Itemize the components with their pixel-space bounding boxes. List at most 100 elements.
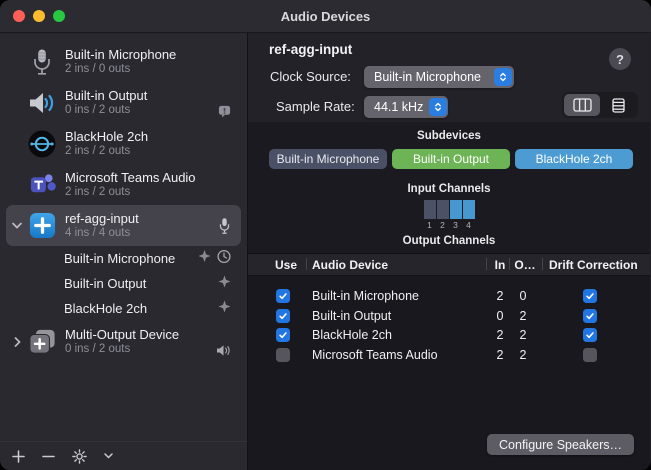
sample-rate-label: Sample Rate: [276,99,355,114]
col-header-audio-device[interactable]: Audio Device [312,258,388,272]
device-list: Built-in Microphone 2 ins / 0 outs Built… [0,33,247,441]
input-channel-numbers: 1 2 3 4 [248,220,650,230]
clock-source-label: Clock Source: [270,69,351,84]
use-checkbox[interactable] [276,328,290,342]
selected-device-title: ref-agg-input [269,42,352,57]
microphone-icon [28,48,56,76]
device-detail: 2 ins / 2 outs [65,144,148,158]
col-header-use[interactable]: Use [275,258,297,272]
device-detail: 2 ins / 2 outs [65,185,196,199]
device-settings-section: ref-agg-input ? Clock Source: Built-in M… [248,33,650,122]
clock-icon [217,249,231,268]
subdevices-heading: Subdevices [248,130,650,142]
device-name: Built-in Microphone [65,47,176,62]
titlebar: Audio Devices [0,0,651,33]
channel-block-2 [437,200,449,219]
clock-source-dropdown[interactable]: Built-in Microphone [364,66,514,88]
input-channels-heading: Input Channels [248,183,650,195]
channel-block-3 [450,200,462,219]
speech-bubble-icon [218,105,231,118]
device-sidebar: Built-in Microphone 2 ins / 0 outs Built… [0,33,248,470]
use-checkbox[interactable] [276,348,290,362]
table-header: Use Audio Device In O… Drift Correction [248,254,650,276]
configure-speakers-button[interactable]: Configure Speakers… [487,434,634,455]
device-name: Multi-Output Device [65,327,179,342]
row-device-name: BlackHole 2ch [312,328,392,342]
col-header-drift-correction[interactable]: Drift Correction [549,258,638,272]
subdevices-section: Subdevices Built-in Microphone Built-in … [248,122,650,253]
input-channel-strip [248,200,650,219]
audio-devices-window: Audio Devices Built-in Microphone 2 ins … [0,0,651,470]
device-detail: 4 ins / 4 outs [65,226,139,240]
device-detail: 0 ins / 2 outs [65,103,147,117]
row-in-count: 2 [492,289,508,303]
sidebar-item-ref-agg-input[interactable]: ref-agg-input 4 ins / 4 outs [6,205,241,246]
col-header-outs[interactable]: O… [514,258,536,272]
sidebar-item-built-in-output[interactable]: Built-in Output 0 ins / 2 outs [6,82,241,123]
table-row[interactable]: Microsoft Teams Audio 2 2 [248,346,650,366]
drift-correction-checkbox[interactable] [583,348,597,362]
device-detail-panel: ref-agg-input ? Clock Source: Built-in M… [248,33,650,470]
row-out-count: 2 [515,309,531,323]
channel-block-4 [463,200,475,219]
columns-view-icon [573,98,592,112]
multi-output-device-icon [28,328,56,356]
table-row[interactable]: Built-in Microphone 2 0 [248,287,650,307]
signal-spark-icon [218,300,231,318]
default-input-mic-icon [218,217,231,235]
use-checkbox[interactable] [276,289,290,303]
sidebar-item-multi-output-device[interactable]: Multi-Output Device 0 ins / 2 outs [6,321,241,362]
popup-chevrons-icon [429,98,447,116]
help-button[interactable]: ? [609,48,631,70]
add-device-button[interactable] [12,450,25,463]
row-in-count: 2 [492,348,508,362]
sidebar-item-blackhole-2ch[interactable]: BlackHole 2ch 2 ins / 2 outs [6,123,241,164]
device-detail: 0 ins / 2 outs [65,342,179,356]
sidebar-toolbar [0,441,247,470]
drift-correction-checkbox[interactable] [583,309,597,323]
row-device-name: Microsoft Teams Audio [312,348,438,362]
remove-device-button[interactable] [42,450,55,463]
table-row[interactable]: Built-in Output 0 2 [248,307,650,327]
chevron-right-icon[interactable] [6,337,28,347]
subdevice-item-built-in-output[interactable]: Built-in Output [6,271,241,296]
output-channels-heading: Output Channels [248,235,650,247]
popup-chevrons-icon [494,68,512,86]
blackhole-icon [28,130,56,158]
channel-block-1 [424,200,436,219]
drift-correction-checkbox[interactable] [583,328,597,342]
subdevice-pill-blackhole-2ch[interactable]: BlackHole 2ch [515,149,633,169]
col-header-in[interactable]: In [492,258,508,272]
table-row[interactable]: BlackHole 2ch 2 2 [248,326,650,346]
device-name: ref-agg-input [65,211,139,226]
subdevice-pill-built-in-output[interactable]: Built-in Output [392,149,510,169]
window-title: Audio Devices [0,9,651,24]
sidebar-item-microsoft-teams-audio[interactable]: Microsoft Teams Audio 2 ins / 2 outs [6,164,241,205]
table-body: Built-in Microphone 2 0 Built-in Output … [248,276,650,365]
gear-icon[interactable] [72,449,87,464]
device-name: Microsoft Teams Audio [65,170,196,185]
rows-view-button[interactable] [600,94,636,116]
use-checkbox[interactable] [276,309,290,323]
row-device-name: Built-in Output [312,309,391,323]
chevron-down-icon[interactable] [6,222,28,229]
signal-spark-icon [218,275,231,293]
subdevice-item-blackhole-2ch[interactable]: BlackHole 2ch [6,296,241,321]
signal-spark-icon [198,250,211,268]
row-out-count: 2 [515,328,531,342]
gear-menu-chevron-down-icon[interactable] [104,453,113,459]
teams-icon [28,171,56,199]
columns-view-button[interactable] [564,94,600,116]
row-device-name: Built-in Microphone [312,289,419,303]
device-name: BlackHole 2ch [65,129,148,144]
subdevice-table-section: Use Audio Device In O… Drift Correction … [248,253,650,470]
row-out-count: 2 [515,348,531,362]
subdevice-pill-built-in-microphone[interactable]: Built-in Microphone [269,149,387,169]
subdevice-item-built-in-microphone[interactable]: Built-in Microphone [6,246,241,271]
device-name: Built-in Output [65,88,147,103]
drift-correction-checkbox[interactable] [583,289,597,303]
rows-view-icon [612,98,625,113]
sidebar-item-built-in-microphone[interactable]: Built-in Microphone 2 ins / 0 outs [6,41,241,82]
row-out-count: 0 [515,289,531,303]
sample-rate-dropdown[interactable]: 44.1 kHz [364,96,448,118]
